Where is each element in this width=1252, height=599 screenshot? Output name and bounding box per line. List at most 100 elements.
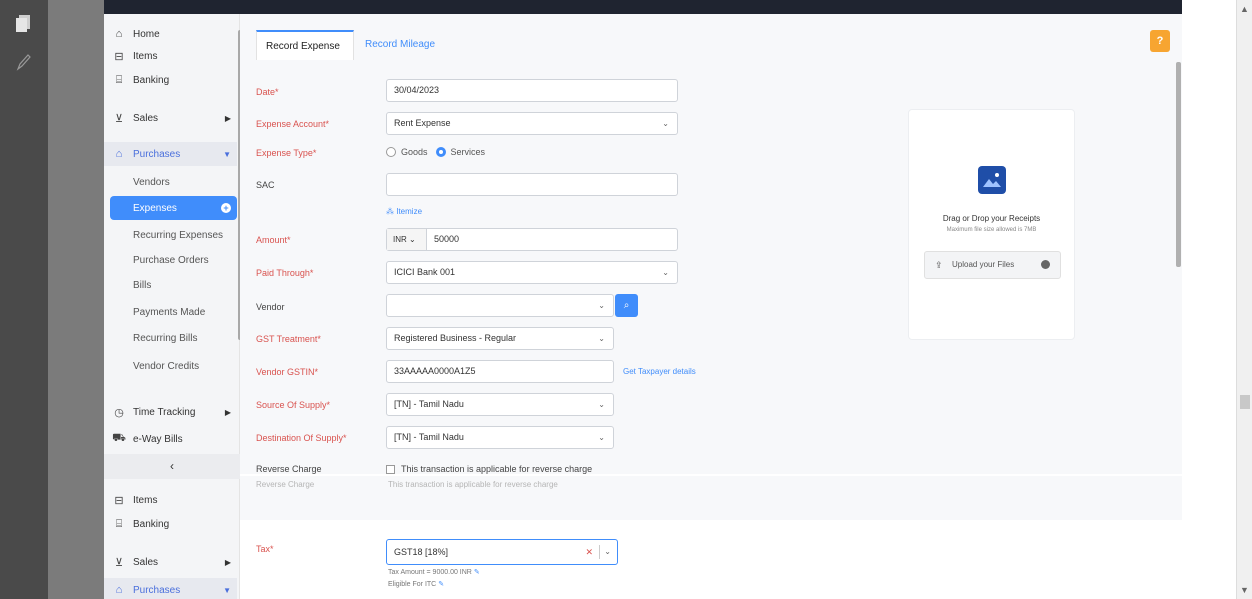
- sidebar-sub-label: Expenses: [133, 202, 177, 214]
- vendor-gstin-label: Vendor GSTIN*: [256, 367, 319, 377]
- sidebar-item-sales[interactable]: ⊻ Sales ▶: [104, 106, 237, 130]
- sidebar-sub-recurring-expenses[interactable]: Recurring Expenses: [104, 223, 237, 247]
- radio-services[interactable]: [435, 147, 446, 157]
- ghost-reverse-charge-label: Reverse Charge: [256, 480, 315, 489]
- date-label: Date*: [256, 87, 279, 97]
- scrollbar-thumb[interactable]: [1240, 395, 1250, 409]
- itemize-link[interactable]: ⁂ Itemize: [386, 207, 422, 216]
- sidebar-sub-label: Vendors: [133, 176, 170, 188]
- sidebar-item-sales-repeat[interactable]: ⊻ Sales ▶: [104, 550, 237, 574]
- bank-icon: ⌸: [115, 73, 123, 86]
- sidebar-item-items-repeat[interactable]: ⊟ Items: [104, 488, 237, 512]
- destination-of-supply-label: Destination Of Supply*: [256, 433, 347, 443]
- sidebar-sub-expenses[interactable]: Expenses +: [110, 196, 237, 220]
- cart-icon: ⊻: [114, 556, 124, 569]
- form-panel: Record Expense Record Mileage ? Date* 30…: [240, 14, 1182, 474]
- amount-input[interactable]: INR ⌄ 50000: [386, 228, 678, 251]
- main-content: Record Expense Record Mileage ? Date* 30…: [240, 14, 1182, 599]
- upload-files-button[interactable]: ⇪ Upload your Files: [924, 251, 1061, 279]
- chevron-down-icon[interactable]: ⌄: [604, 540, 611, 564]
- currency-value: INR: [393, 235, 407, 244]
- pencil-icon[interactable]: ✎: [438, 581, 444, 588]
- sidebar-sub-label: Payments Made: [133, 306, 206, 318]
- scroll-down-icon[interactable]: ▼: [1240, 585, 1249, 595]
- pages-icon[interactable]: [15, 14, 33, 34]
- sidebar-collapse-button[interactable]: ‹: [104, 454, 240, 479]
- upload-button-label: Upload your Files: [952, 260, 1015, 269]
- sidebar: ⌂ Home ⊟ Items ⌸ Banking ⊻ Sales ▶ ⌂ Pur…: [104, 14, 242, 599]
- pen-icon[interactable]: [15, 52, 33, 72]
- chevron-down-icon: ⌄: [598, 334, 605, 343]
- settings-icon[interactable]: [1041, 260, 1050, 269]
- tab-record-mileage[interactable]: Record Mileage: [356, 30, 444, 60]
- vendor-search-button[interactable]: ⌕: [615, 294, 638, 317]
- sidebar-item-label: Items: [133, 50, 158, 62]
- divider: [599, 545, 600, 559]
- destination-of-supply-select[interactable]: [TN] - Tamil Nadu ⌄: [386, 426, 614, 449]
- itemize-icon: ⁂: [386, 207, 397, 216]
- sidebar-item-label: Sales: [133, 556, 159, 568]
- radio-goods-label: Goods: [401, 147, 428, 157]
- paid-through-select[interactable]: ICICI Bank 001 ⌄: [386, 261, 678, 284]
- scroll-up-icon[interactable]: ▲: [1240, 4, 1249, 14]
- reverse-charge-text: This transaction is applicable for rever…: [401, 464, 593, 474]
- sidebar-item-label: e-Way Bills: [133, 433, 183, 445]
- gst-treatment-select[interactable]: Registered Business - Regular ⌄: [386, 327, 614, 350]
- sidebar-sub-bills[interactable]: Bills: [104, 273, 237, 297]
- truck-icon: ⛟: [112, 432, 126, 444]
- vendor-gstin-input[interactable]: 33AAAAA0000A1Z5: [386, 360, 614, 383]
- caret-right-icon: ▶: [224, 557, 231, 567]
- vendor-select[interactable]: ⌄: [386, 294, 614, 317]
- sidebar-sub-vendors[interactable]: Vendors: [104, 170, 237, 194]
- sidebar-item-label: Purchases: [133, 148, 181, 160]
- sidebar-item-label: Banking: [133, 74, 170, 86]
- add-expense-icon[interactable]: +: [221, 203, 231, 213]
- reverse-charge-checkbox[interactable]: This transaction is applicable for rever…: [386, 464, 592, 474]
- currency-select[interactable]: INR ⌄: [387, 229, 427, 250]
- get-taxpayer-details-link[interactable]: Get Taxpayer details: [623, 367, 696, 376]
- sidebar-item-label: Sales: [133, 112, 159, 124]
- amount-value: 50000: [434, 234, 460, 244]
- paid-through-label: Paid Through*: [256, 268, 314, 278]
- sac-label: SAC: [256, 180, 275, 190]
- date-field[interactable]: 30/04/2023: [386, 79, 678, 102]
- gst-treatment-label: GST Treatment*: [256, 334, 321, 344]
- help-button[interactable]: ?: [1150, 30, 1170, 52]
- form-scrollbar[interactable]: [1176, 62, 1181, 267]
- tab-record-expense[interactable]: Record Expense: [256, 30, 354, 60]
- sidebar-item-items[interactable]: ⊟ Items: [104, 44, 237, 68]
- sidebar-item-banking[interactable]: ⌸ Banking: [104, 68, 237, 92]
- chevron-down-icon: ⌄: [598, 400, 605, 409]
- caret-right-icon: ▶: [224, 407, 231, 417]
- sidebar-item-banking-repeat[interactable]: ⌸ Banking: [104, 512, 237, 536]
- tax-select[interactable]: GST18 [18%] ✕ ⌄: [386, 539, 618, 565]
- sac-input[interactable]: [386, 173, 678, 196]
- receipt-upload-card[interactable]: Drag or Drop your Receipts Maximum file …: [908, 109, 1075, 340]
- sidebar-sub-payments-made[interactable]: Payments Made: [104, 300, 237, 324]
- sidebar-sub-recurring-bills[interactable]: Recurring Bills: [104, 326, 237, 350]
- search-icon: ⌕: [623, 300, 630, 311]
- sidebar-sub-label: Purchase Orders: [133, 254, 209, 266]
- expense-type-label: Expense Type*: [256, 148, 317, 158]
- sidebar-sub-purchase-orders[interactable]: Purchase Orders: [104, 248, 237, 272]
- source-of-supply-value: [TN] - Tamil Nadu: [394, 399, 464, 409]
- clear-icon[interactable]: ✕: [585, 540, 593, 564]
- viewer-scrollbar[interactable]: ▲ ▼: [1236, 0, 1252, 599]
- sidebar-item-purchases-repeat[interactable]: ⌂ Purchases ▼: [104, 578, 237, 599]
- sidebar-item-time-tracking[interactable]: ◷ Time Tracking ▶: [104, 400, 237, 424]
- source-of-supply-select[interactable]: [TN] - Tamil Nadu ⌄: [386, 393, 614, 416]
- sidebar-sub-vendor-credits[interactable]: Vendor Credits: [104, 354, 237, 378]
- sidebar-item-home[interactable]: ⌂ Home: [104, 22, 237, 46]
- checkbox-box[interactable]: [386, 464, 395, 474]
- itemize-label: Itemize: [396, 207, 423, 216]
- bank-icon: ⌸: [115, 517, 123, 530]
- radio-goods[interactable]: [386, 147, 396, 157]
- ghost-reverse-charge-strip: Reverse Charge This transaction is appli…: [240, 476, 1182, 520]
- caret-down-icon: ▼: [223, 585, 231, 595]
- home-icon: ⌂: [115, 28, 123, 40]
- edit-icon[interactable]: ✎: [474, 569, 480, 576]
- sidebar-item-purchases[interactable]: ⌂ Purchases ▼: [104, 142, 237, 166]
- items-icon: ⊟: [114, 50, 124, 63]
- sidebar-item-eway-bills[interactable]: ⛟ e-Way Bills: [104, 427, 237, 451]
- expense-account-select[interactable]: Rent Expense ⌄: [386, 112, 678, 135]
